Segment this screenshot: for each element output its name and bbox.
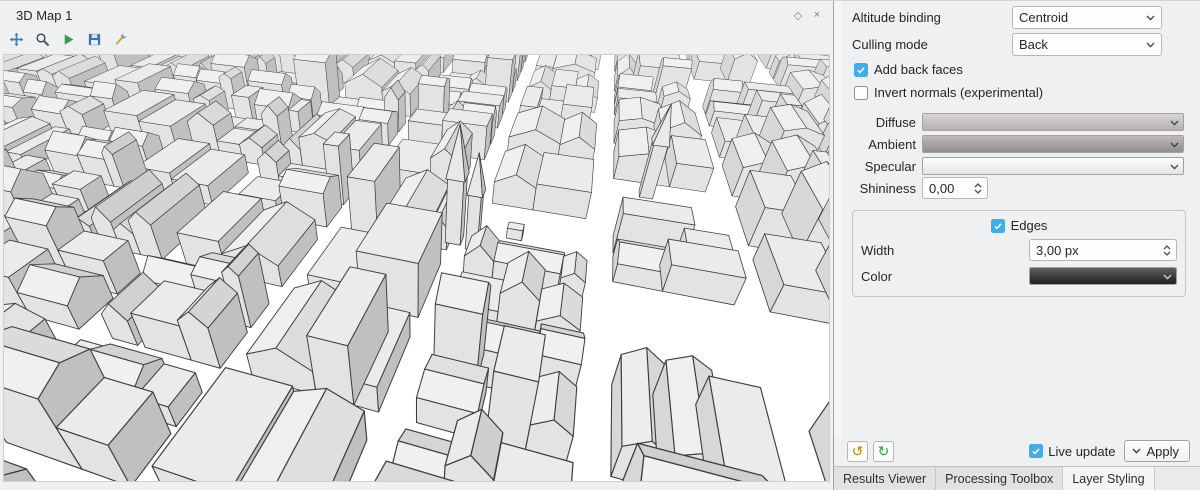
map-3d-toolbar	[0, 26, 833, 52]
panel-close-icon[interactable]: ×	[809, 7, 825, 23]
apply-button[interactable]: Apply	[1124, 440, 1190, 462]
edges-width-spinbox[interactable]: 3,00 px	[1029, 239, 1177, 261]
check-icon	[993, 221, 1003, 231]
ambient-label: Ambient	[852, 137, 916, 152]
chevron-down-icon	[1170, 142, 1179, 148]
add-back-faces-row: Add back faces	[852, 58, 1186, 81]
shininess-spinbox[interactable]: 0,00	[922, 177, 988, 199]
check-icon	[1031, 446, 1041, 456]
live-update-label: Live update	[1048, 444, 1115, 459]
panel-spacer	[852, 297, 1186, 437]
map-3d-canvas[interactable]	[3, 54, 830, 482]
invert-normals-checkbox[interactable]	[854, 86, 868, 100]
shininess-row: Shininess 0,00	[852, 177, 1186, 199]
edges-checkbox[interactable]	[991, 219, 1005, 233]
diffuse-swatch	[923, 114, 1183, 130]
edges-color-swatch	[1030, 268, 1176, 284]
specular-swatch	[923, 158, 1183, 174]
chevron-down-icon	[1163, 274, 1172, 280]
chevron-down-icon	[1146, 15, 1155, 21]
spinner-down-icon[interactable]	[1163, 251, 1171, 256]
panel-scrollbar[interactable]	[834, 1, 844, 437]
configure-wrench-icon[interactable]	[111, 30, 130, 49]
apply-menu-icon	[1132, 448, 1141, 454]
redo-icon: ↻	[878, 444, 890, 458]
chevron-down-icon	[1170, 120, 1179, 126]
culling-mode-label: Culling mode	[852, 37, 1012, 52]
altitude-binding-select[interactable]: Centroid	[1012, 6, 1162, 29]
spinner-down-icon[interactable]	[974, 189, 982, 194]
zoom-full-icon[interactable]	[33, 30, 52, 49]
camera-control-icon[interactable]	[7, 30, 26, 49]
map-3d-header: 3D Map 1 ◇ ×	[0, 1, 833, 26]
edges-color-button[interactable]	[1029, 267, 1177, 285]
undo-icon: ↺	[852, 444, 864, 458]
qgis-window: 3D Map 1 ◇ ×	[0, 0, 1200, 490]
specular-label: Specular	[852, 159, 916, 174]
edges-group-title: Edges	[861, 214, 1177, 237]
tab-processing-toolbox[interactable]: Processing Toolbox	[936, 467, 1063, 490]
invert-normals-row: Invert normals (experimental)	[852, 81, 1186, 104]
spinner-up-icon[interactable]	[1163, 245, 1171, 250]
diffuse-label: Diffuse	[852, 115, 916, 130]
edges-title-label: Edges	[1011, 218, 1048, 233]
edges-width-row: Width 3,00 px	[861, 237, 1177, 263]
layer-styling-panel: Altitude binding Centroid Culling mode B…	[834, 1, 1200, 490]
bottom-tabbar: Results Viewer Processing Toolbox Layer …	[834, 466, 1200, 490]
edges-width-label: Width	[861, 243, 1029, 258]
diffuse-color-button[interactable]	[922, 113, 1184, 131]
play-animation-icon[interactable]	[59, 30, 78, 49]
ambient-row: Ambient	[852, 133, 1186, 155]
tab-results-viewer[interactable]: Results Viewer	[834, 467, 936, 490]
redo-style-button[interactable]: ↻	[873, 441, 894, 462]
live-update-checkbox[interactable]	[1029, 444, 1043, 458]
ambient-swatch	[923, 136, 1183, 152]
map-3d-title: 3D Map 1	[16, 8, 787, 23]
undo-style-button[interactable]: ↺	[847, 441, 868, 462]
shininess-label: Shininess	[852, 181, 916, 196]
chevron-down-icon	[1170, 164, 1179, 170]
spinner-arrows[interactable]	[1160, 245, 1173, 256]
tabbar-filler	[1155, 467, 1200, 490]
map-3d-panel: 3D Map 1 ◇ ×	[0, 1, 834, 490]
culling-mode-row: Culling mode Back	[852, 31, 1186, 58]
ambient-color-button[interactable]	[922, 135, 1184, 153]
edges-color-row: Color	[861, 263, 1177, 289]
invert-normals-label: Invert normals (experimental)	[874, 85, 1043, 100]
styling-footer: ↺ ↻ Live update Apply	[834, 437, 1200, 466]
specular-row: Specular	[852, 155, 1186, 177]
altitude-binding-row: Altitude binding Centroid	[852, 4, 1186, 31]
altitude-binding-label: Altitude binding	[852, 10, 1012, 25]
export-scene-icon[interactable]	[85, 30, 104, 49]
tab-layer-styling[interactable]: Layer Styling	[1063, 467, 1154, 490]
add-back-faces-checkbox[interactable]	[854, 63, 868, 77]
edges-groupbox: Edges Width 3,00 px Color	[852, 210, 1186, 297]
spinner-arrows[interactable]	[971, 183, 984, 194]
specular-color-button[interactable]	[922, 157, 1184, 175]
add-back-faces-label: Add back faces	[874, 62, 963, 77]
panel-float-icon[interactable]: ◇	[790, 7, 806, 23]
spinner-up-icon[interactable]	[974, 183, 982, 188]
edges-color-label: Color	[861, 269, 1029, 284]
diffuse-row: Diffuse	[852, 111, 1186, 133]
culling-mode-select[interactable]: Back	[1012, 33, 1162, 56]
check-icon	[856, 65, 866, 75]
chevron-down-icon	[1146, 42, 1155, 48]
